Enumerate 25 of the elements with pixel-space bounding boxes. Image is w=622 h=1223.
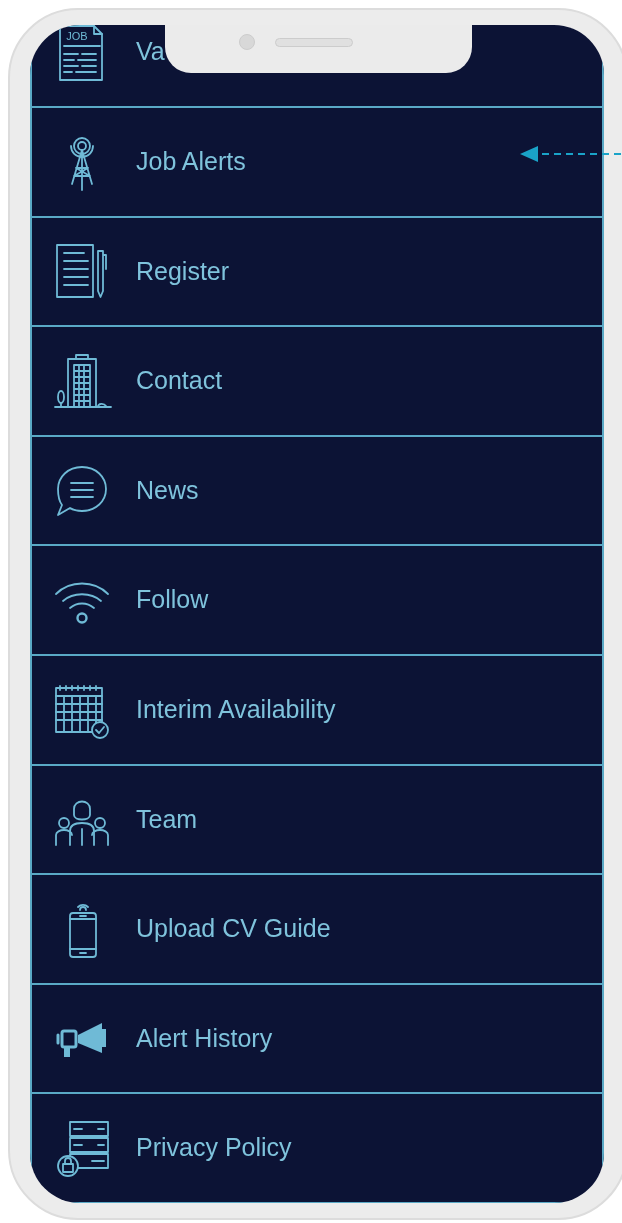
menu-item[interactable]: Interim Availability [32,655,602,766]
menu-item[interactable]: Upload CV Guide [32,875,602,985]
menu-label: Va [136,36,165,68]
menu-item[interactable]: Team [32,765,602,876]
office-building-icon [52,351,112,411]
menu-item[interactable]: News [32,436,602,547]
menu-label: Upload CV Guide [136,913,331,945]
menu-label: Follow [136,584,209,616]
menu-label: Interim Availability [136,694,336,725]
menu-item[interactable]: Job Alerts [32,108,602,218]
menu-label: Privacy Policy [136,1132,292,1164]
menu-item[interactable]: Alert History [32,984,602,1095]
menu-label: Alert History [136,1022,273,1054]
document-icon [59,25,103,82]
menu-label: News [136,474,199,506]
menu-label: Job Alerts [136,146,246,178]
menu-label: Contact [136,365,223,397]
menu-label: Register [136,255,230,287]
menu-label: Team [136,803,198,835]
icon-label: JOB [66,30,88,43]
menu-item[interactable]: Register [32,217,602,328]
menu-item[interactable]: Follow [32,546,602,656]
menu-item[interactable]: Contact [32,327,602,437]
menu-item[interactable]: Privacy Policy [32,1094,602,1203]
camera-dot [239,34,255,50]
